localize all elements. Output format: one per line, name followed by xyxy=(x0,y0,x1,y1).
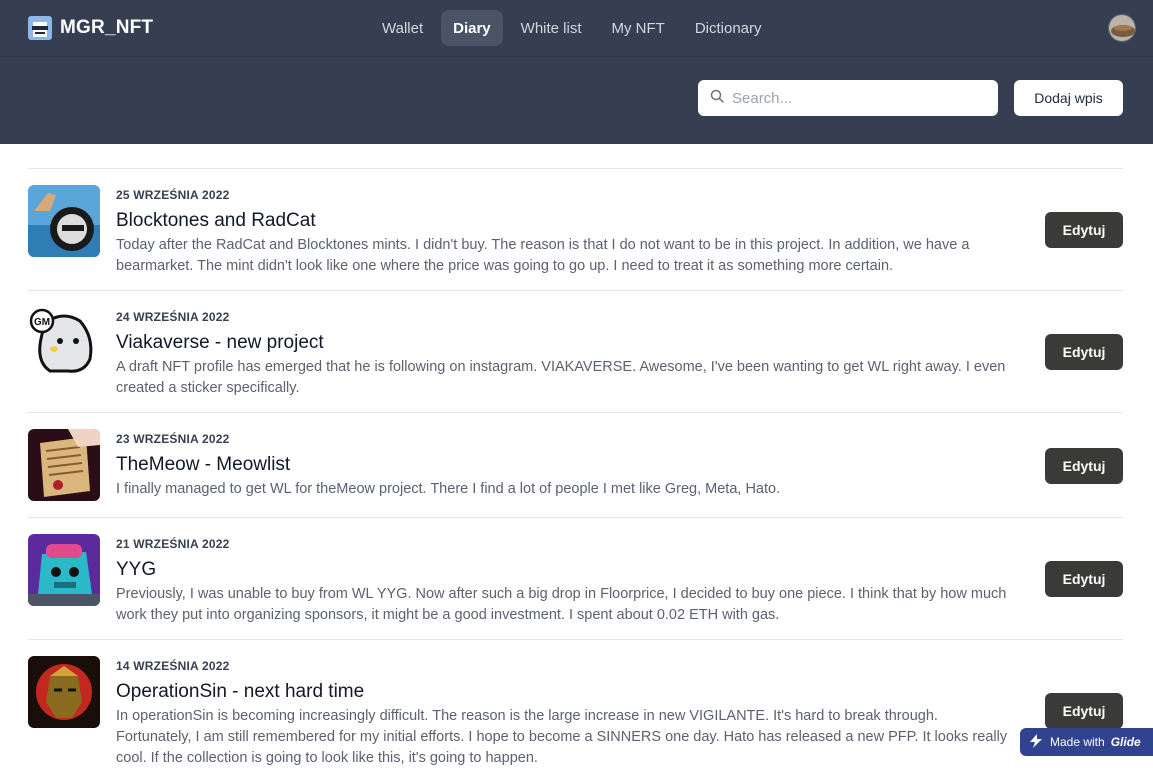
entry-body: Today after the RadCat and Blocktones mi… xyxy=(116,237,970,274)
entry-body: In operationSin is becoming increasingly… xyxy=(116,708,1008,766)
entry-body: A draft NFT profile has emerged that he … xyxy=(116,359,1006,396)
entry-title: OperationSin - next hard time xyxy=(116,681,365,702)
list-item[interactable]: 14 WRZEŚNIA 2022 OperationSin - next har… xyxy=(28,640,1123,771)
entry-title: Blocktones and RadCat xyxy=(116,210,316,231)
badge-brand: Glide xyxy=(1110,735,1141,749)
top-navigation-bar: MGR_NFT Wallet Diary White list My NFT D… xyxy=(0,0,1153,57)
entry-title: TheMeow - Meowlist xyxy=(116,454,291,475)
list-item[interactable]: 21 WRZEŚNIA 2022 YYG Previously, I was u… xyxy=(28,518,1123,640)
entry-date: 14 WRZEŚNIA 2022 xyxy=(116,659,230,673)
entry-thumbnail: GM xyxy=(28,307,100,379)
entry-content: 25 WRZEŚNIA 2022 Blocktones and RadCat T… xyxy=(116,187,1016,277)
entry-content: 14 WRZEŚNIA 2022 OperationSin - next har… xyxy=(116,658,1016,769)
entry-title: Viakaverse - new project xyxy=(116,332,324,353)
header: MGR_NFT Wallet Diary White list My NFT D… xyxy=(0,0,1153,144)
glide-logo-icon xyxy=(1028,733,1044,751)
main-nav: Wallet Diary White list My NFT Dictionar… xyxy=(370,10,774,46)
entry-date: 24 WRZEŚNIA 2022 xyxy=(116,310,230,324)
list-item[interactable]: 25 WRZEŚNIA 2022 Blocktones and RadCat T… xyxy=(28,169,1123,291)
badge-prefix: Made with xyxy=(1050,735,1105,749)
edit-button[interactable]: Edytuj xyxy=(1045,334,1123,370)
entry-date: 25 WRZEŚNIA 2022 xyxy=(116,188,230,202)
edit-button[interactable]: Edytuj xyxy=(1045,693,1123,729)
made-with-glide-badge[interactable]: Made with Glide xyxy=(1020,728,1153,756)
add-entry-button[interactable]: Dodaj wpis xyxy=(1014,80,1123,116)
nav-diary[interactable]: Diary xyxy=(441,10,503,46)
entry-thumbnail xyxy=(28,656,100,728)
search-icon xyxy=(710,89,724,108)
entry-thumbnail xyxy=(28,429,100,501)
edit-button[interactable]: Edytuj xyxy=(1045,212,1123,248)
entry-body: I finally managed to get WL for theMeow … xyxy=(116,481,781,497)
entry-date: 23 WRZEŚNIA 2022 xyxy=(116,432,230,446)
edit-button[interactable]: Edytuj xyxy=(1045,561,1123,597)
search-input[interactable] xyxy=(732,89,972,107)
brand-logo-icon xyxy=(28,16,52,40)
entry-content: 23 WRZEŚNIA 2022 TheMeow - Meowlist I fi… xyxy=(116,431,1016,500)
list-item[interactable]: GM 24 WRZEŚNIA 2022 Viakaverse - new pro… xyxy=(28,291,1123,413)
entry-date: 21 WRZEŚNIA 2022 xyxy=(116,537,230,551)
entry-thumbnail xyxy=(28,534,100,606)
entry-title: YYG xyxy=(116,559,157,580)
search-box[interactable] xyxy=(698,80,998,116)
entry-body: Previously, I was unable to buy from WL … xyxy=(116,586,1007,623)
nav-dictionary[interactable]: Dictionary xyxy=(683,10,774,46)
nav-my-nft[interactable]: My NFT xyxy=(600,10,677,46)
entry-thumbnail xyxy=(28,185,100,257)
brand-name: MGR_NFT xyxy=(60,17,154,38)
list-item[interactable]: 23 WRZEŚNIA 2022 TheMeow - Meowlist I fi… xyxy=(28,413,1123,518)
user-avatar[interactable] xyxy=(1108,14,1136,42)
svg-text:GM: GM xyxy=(34,317,50,328)
edit-button[interactable]: Edytuj xyxy=(1045,448,1123,484)
brand[interactable]: MGR_NFT xyxy=(28,16,153,40)
entry-content: 21 WRZEŚNIA 2022 YYG Previously, I was u… xyxy=(116,536,1016,626)
nav-wallet[interactable]: Wallet xyxy=(370,10,435,46)
entry-content: 24 WRZEŚNIA 2022 Viakaverse - new projec… xyxy=(116,309,1016,399)
diary-list: 25 WRZEŚNIA 2022 Blocktones and RadCat T… xyxy=(28,168,1123,771)
nav-white-list[interactable]: White list xyxy=(509,10,594,46)
